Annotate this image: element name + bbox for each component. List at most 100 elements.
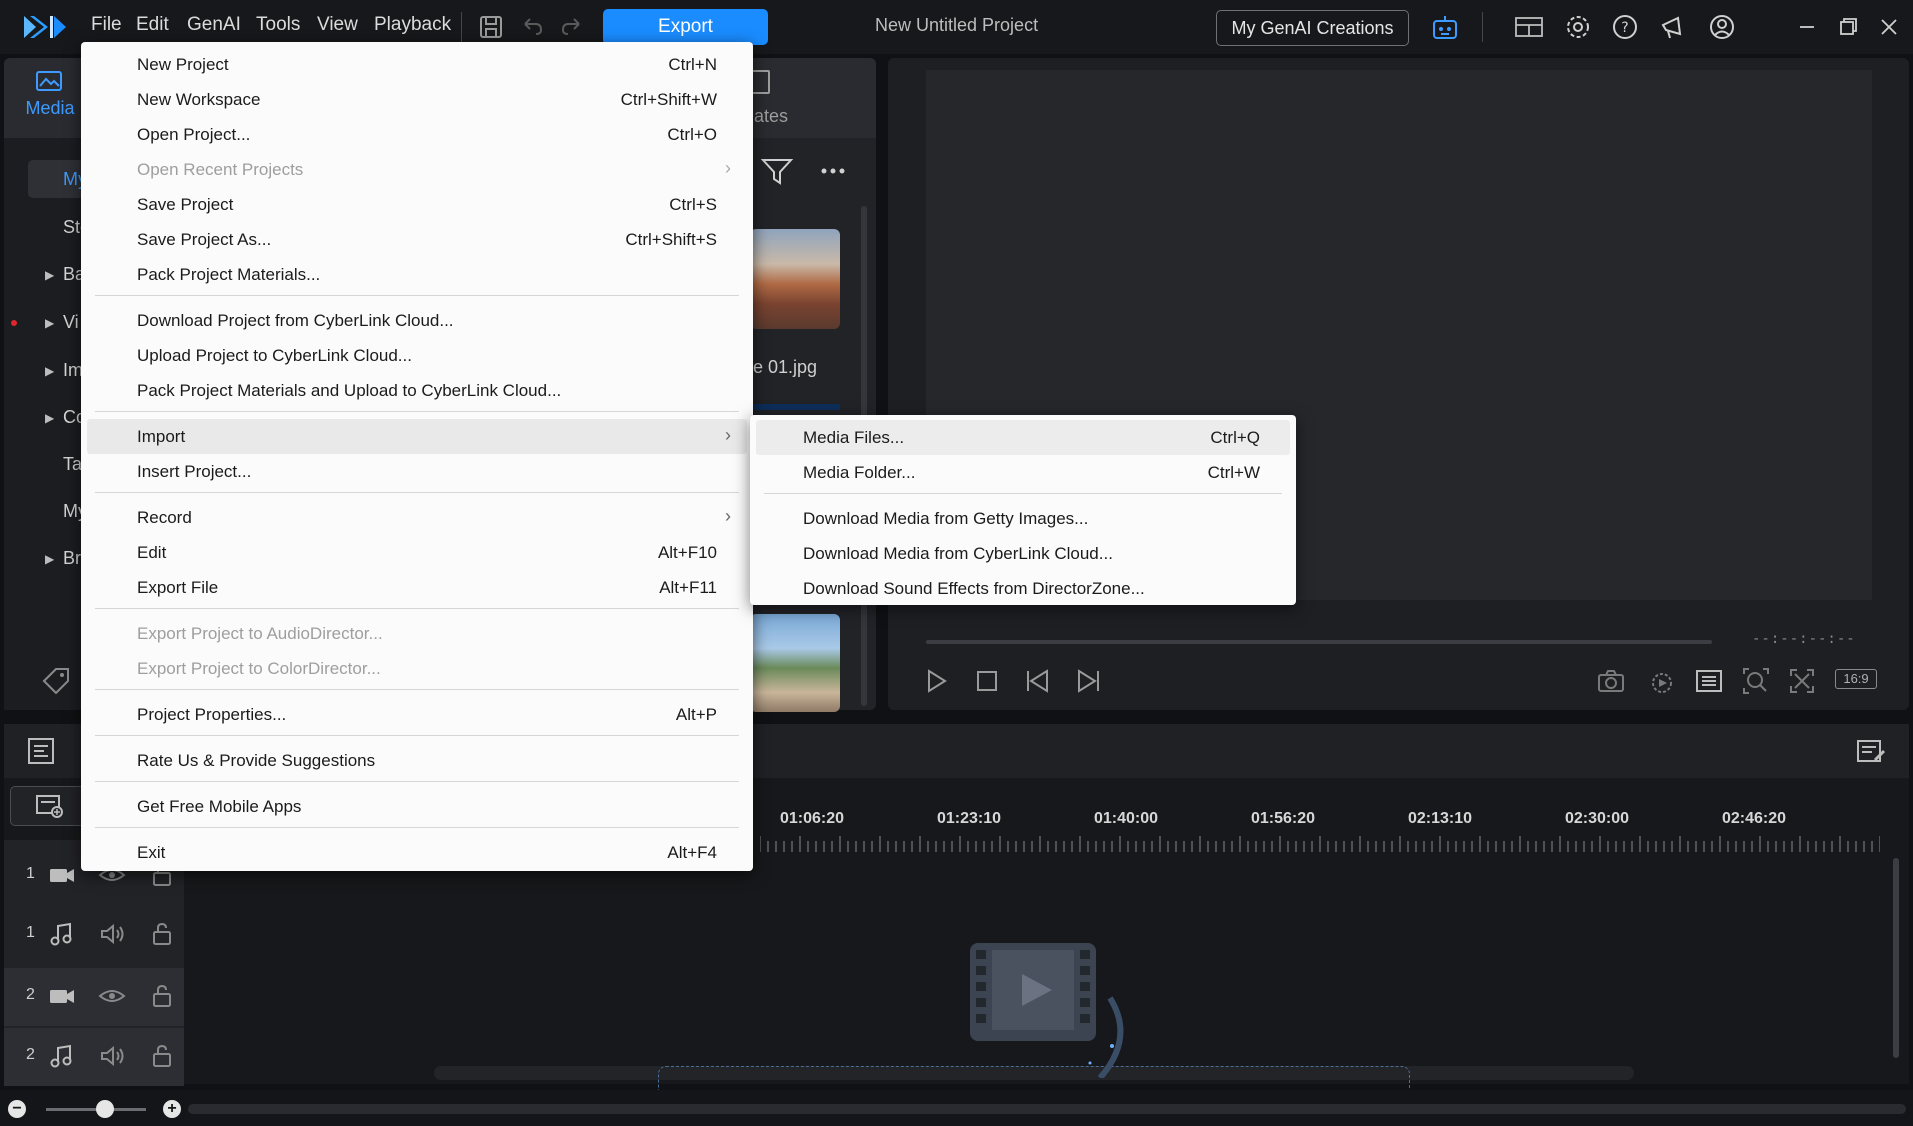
menu-item-download-cloud[interactable]: Download Project from CyberLink Cloud... xyxy=(81,303,753,338)
menu-item-save-project[interactable]: Save Project Ctrl+S xyxy=(81,187,753,222)
volume-icon[interactable] xyxy=(98,1042,126,1070)
gear-icon[interactable] xyxy=(1563,12,1593,42)
submenu-item-getty-images[interactable]: Download Media from Getty Images... xyxy=(750,501,1296,536)
project-title: New Untitled Project xyxy=(875,15,1039,35)
zoom-out-button[interactable]: − xyxy=(8,1100,26,1118)
zoom-in-button[interactable]: + xyxy=(163,1100,181,1118)
lock-icon[interactable] xyxy=(148,1042,176,1070)
timeline-horizontal-scrollbar[interactable] xyxy=(188,1104,1906,1114)
prev-frame-icon[interactable] xyxy=(1023,666,1053,696)
menu-edit[interactable]: Edit xyxy=(136,14,169,36)
stop-icon[interactable] xyxy=(972,666,1002,696)
next-frame-icon[interactable] xyxy=(1073,666,1103,696)
menu-item-pack-and-upload[interactable]: Pack Project Materials and Upload to Cyb… xyxy=(81,373,753,408)
preview-scrubber[interactable] xyxy=(926,640,1712,644)
menu-item-insert-project[interactable]: Insert Project... xyxy=(81,454,753,489)
my-genai-creations-button[interactable]: My GenAI Creations xyxy=(1216,10,1409,46)
minimize-icon[interactable] xyxy=(1792,12,1822,42)
menu-item-new-project[interactable]: New Project Ctrl+N xyxy=(81,47,753,82)
track-row[interactable]: 2 xyxy=(4,968,184,1026)
megaphone-icon[interactable] xyxy=(1658,12,1688,42)
tab-media-label: Media xyxy=(25,98,75,118)
ruler-label: 01:56:20 xyxy=(1251,810,1316,827)
add-track-button[interactable] xyxy=(10,786,88,826)
menu-item-edit[interactable]: Edit Alt+F10 xyxy=(81,535,753,570)
app-logo-icon[interactable] xyxy=(22,12,68,42)
lock-icon[interactable] xyxy=(148,920,176,948)
menu-item-upload-cloud[interactable]: Upload Project to CyberLink Cloud... xyxy=(81,338,753,373)
timeline-vertical-scrollbar[interactable] xyxy=(1893,858,1899,1058)
menu-item-exit[interactable]: Exit Alt+F4 xyxy=(81,835,753,870)
tab-media[interactable]: Media xyxy=(18,68,82,119)
menu-genai[interactable]: GenAI xyxy=(187,14,241,36)
layout-icon[interactable] xyxy=(1514,12,1544,42)
expand-arrow-icon[interactable]: ▶ xyxy=(45,268,54,282)
expand-arrow-icon[interactable]: ▶ xyxy=(45,316,54,330)
svg-text:?: ? xyxy=(1621,20,1628,36)
filter-icon[interactable] xyxy=(760,156,794,186)
menu-item-save-project-as[interactable]: Save Project As... Ctrl+Shift+S xyxy=(81,222,753,257)
submenu-item-media-folder[interactable]: Media Folder... Ctrl+W xyxy=(750,455,1296,490)
menu-item-pack-materials[interactable]: Pack Project Materials... xyxy=(81,257,753,292)
timeline-ruler[interactable] xyxy=(760,834,1880,852)
media-thumbnail[interactable] xyxy=(750,229,840,329)
expand-arrow-icon[interactable]: ▶ xyxy=(45,411,54,425)
restore-icon[interactable] xyxy=(1833,12,1863,42)
save-icon[interactable] xyxy=(476,12,506,42)
submenu-item-directorzone-sfx[interactable]: Download Sound Effects from DirectorZone… xyxy=(750,571,1296,606)
chevron-right-icon: › xyxy=(725,425,731,445)
track-row[interactable]: 2 xyxy=(4,1028,184,1086)
menu-playback[interactable]: Playback xyxy=(374,14,451,36)
chevron-right-icon: › xyxy=(725,158,731,178)
ai-robot-icon[interactable] xyxy=(1430,12,1460,42)
menu-item-open-project[interactable]: Open Project... Ctrl+O xyxy=(81,117,753,152)
add-track-icon xyxy=(35,793,65,819)
tag-icon[interactable] xyxy=(40,665,74,695)
lock-icon[interactable] xyxy=(148,982,176,1010)
menu-view[interactable]: View xyxy=(317,14,358,36)
menu-file[interactable]: File xyxy=(91,14,122,36)
new-dot-badge xyxy=(11,320,17,326)
tree-item-images[interactable]: Im xyxy=(63,360,83,381)
timeline-settings-icon[interactable] xyxy=(26,736,56,766)
play-icon[interactable] xyxy=(921,666,951,696)
media-file-name: e 01.jpg xyxy=(753,357,818,377)
templates-icon[interactable] xyxy=(750,70,770,94)
undo-icon[interactable] xyxy=(517,12,547,42)
tree-item-tags[interactable]: Ta xyxy=(63,454,82,475)
zoom-fit-icon[interactable] xyxy=(1741,666,1771,696)
menu-item-import[interactable]: Import › xyxy=(87,419,747,454)
settings-loading-icon[interactable] xyxy=(1647,666,1677,696)
volume-icon[interactable] xyxy=(98,920,126,948)
submenu-item-cyberlink-cloud[interactable]: Download Media from CyberLink Cloud... xyxy=(750,536,1296,571)
more-icon[interactable] xyxy=(816,156,850,186)
eye-icon[interactable] xyxy=(98,982,126,1010)
menu-separator xyxy=(95,492,739,493)
redo-icon[interactable] xyxy=(557,12,587,42)
expand-arrow-icon[interactable]: ▶ xyxy=(45,552,54,566)
media-thumbnail[interactable] xyxy=(750,614,840,712)
edit-timeline-icon[interactable] xyxy=(1855,736,1887,766)
menu-item-mobile-apps[interactable]: Get Free Mobile Apps xyxy=(81,789,753,824)
menu-item-export-file[interactable]: Export File Alt+F11 xyxy=(81,570,753,605)
list-icon[interactable] xyxy=(1694,666,1724,696)
menu-item-rate-us[interactable]: Rate Us & Provide Suggestions xyxy=(81,743,753,778)
menu-item-record[interactable]: Record › xyxy=(81,500,753,535)
menu-item-project-properties[interactable]: Project Properties... Alt+P xyxy=(81,697,753,732)
track-row[interactable]: 1 xyxy=(4,906,184,964)
account-icon[interactable] xyxy=(1707,12,1737,42)
help-icon[interactable]: ? xyxy=(1610,12,1640,42)
ruler-label: 02:30:00 xyxy=(1565,810,1630,827)
tree-item-video[interactable]: Vi xyxy=(63,312,79,333)
import-submenu: Media Files... Ctrl+Q Media Folder... Ctrl… xyxy=(750,415,1296,605)
close-icon[interactable] xyxy=(1874,12,1904,42)
expand-arrow-icon[interactable]: ▶ xyxy=(45,364,54,378)
export-button[interactable]: Export xyxy=(603,9,768,45)
submenu-item-media-files[interactable]: Media Files... Ctrl+Q xyxy=(756,420,1290,455)
aspect-ratio-button[interactable]: 16:9 xyxy=(1835,669,1877,689)
fullscreen-icon[interactable] xyxy=(1787,666,1817,696)
menu-tools[interactable]: Tools xyxy=(256,14,300,36)
zoom-slider-knob[interactable] xyxy=(96,1100,114,1118)
snapshot-icon[interactable] xyxy=(1596,666,1626,696)
menu-item-new-workspace[interactable]: New Workspace Ctrl+Shift+W xyxy=(81,82,753,117)
